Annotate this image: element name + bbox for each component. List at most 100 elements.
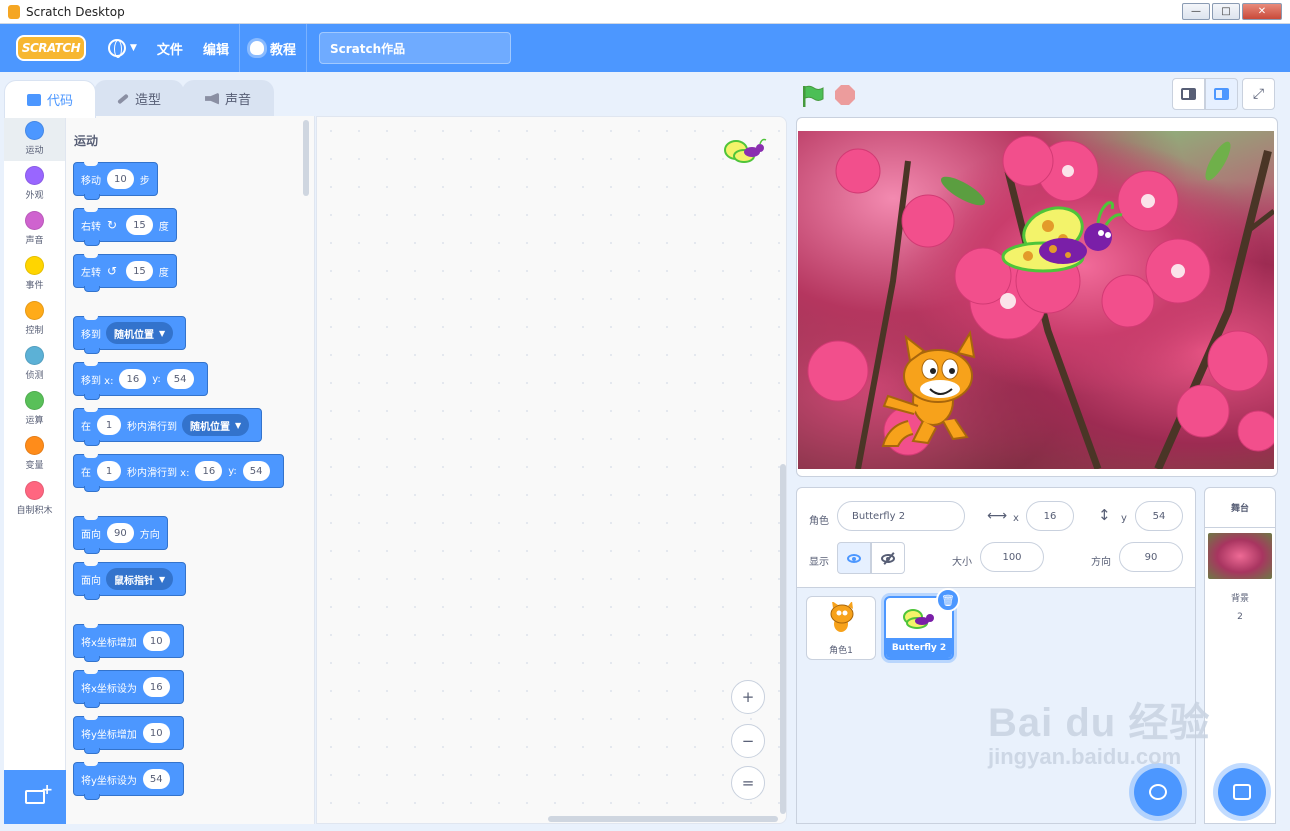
block-input[interactable]: 54 — [166, 369, 194, 389]
block-set-y[interactable]: 将y坐标设为 54 — [73, 762, 184, 800]
sprite-name-field[interactable]: Butterfly 2 — [837, 501, 965, 531]
category-sensing[interactable]: 侦测 — [4, 341, 65, 386]
category-motion[interactable]: 运动 — [4, 116, 65, 161]
zoom-in-button[interactable]: + — [731, 680, 765, 714]
block-text: 移到 x: — [81, 375, 114, 387]
category-looks[interactable]: 外观 — [4, 161, 65, 206]
block-input[interactable]: 15 — [126, 261, 153, 281]
block-input[interactable]: 1 — [97, 461, 121, 481]
category-control[interactable]: 控制 — [4, 296, 65, 341]
code-workspace[interactable] — [316, 116, 787, 824]
block-input[interactable]: 16 — [119, 369, 147, 389]
block-turn-right[interactable]: 右转 ↻ 15 度 — [73, 208, 177, 246]
category-label: 自制积木 — [16, 506, 53, 516]
y-field[interactable]: 54 — [1135, 501, 1183, 531]
block-point-towards[interactable]: 面向 鼠标指针 ▼ — [73, 562, 187, 600]
x-field[interactable]: 16 — [1026, 501, 1074, 531]
sprite-tile-butterfly[interactable]: Butterfly 2 🗑 — [884, 588, 960, 660]
maximize-button[interactable]: □ — [1212, 3, 1240, 20]
block-dropdown[interactable]: 随机位置 ▼ — [182, 414, 250, 436]
block-input[interactable]: 16 — [142, 677, 170, 697]
small-stage-button[interactable] — [1172, 78, 1205, 110]
workspace-sprite-indicator-icon — [724, 138, 767, 163]
zoom-out-button[interactable]: − — [731, 724, 765, 758]
block-input[interactable]: 10 — [107, 169, 134, 189]
block-text: 将x坐标设为 — [81, 683, 137, 695]
block-change-x[interactable]: 将x坐标增加 10 — [73, 624, 184, 662]
category-label: 运动 — [25, 146, 44, 156]
block-input[interactable]: 54 — [242, 461, 270, 481]
category-my-blocks[interactable]: 自制积木 — [4, 476, 65, 521]
large-stage-icon — [1214, 88, 1229, 100]
block-text: 度 — [158, 221, 169, 233]
block-change-y[interactable]: 将y坐标增加 10 — [73, 716, 184, 754]
stage-canvas[interactable] — [796, 117, 1278, 477]
category-operators[interactable]: 运算 — [4, 386, 65, 431]
block-input[interactable]: 10 — [142, 723, 170, 743]
sprite-tile-cat[interactable]: 角色1 — [806, 596, 876, 660]
stop-icon[interactable] — [835, 85, 855, 105]
minimize-button[interactable]: — — [1182, 3, 1210, 20]
block-text: 右转 — [81, 221, 101, 233]
speaker-icon — [205, 92, 220, 105]
block-goto[interactable]: 移到 随机位置 ▼ — [73, 316, 187, 354]
project-title-input[interactable]: Scratch作品 — [318, 32, 511, 64]
block-input[interactable]: 15 — [126, 215, 153, 235]
block-dropdown[interactable]: 鼠标指针 ▼ — [106, 568, 174, 590]
delete-sprite-button[interactable]: 🗑 — [936, 588, 960, 612]
block-glide-xy[interactable]: 在 1 秒内滑行到 x: 16 y: 54 — [73, 454, 284, 492]
block-input[interactable]: 54 — [142, 769, 170, 789]
large-stage-button[interactable] — [1205, 78, 1238, 110]
block-goto-xy[interactable]: 移到 x: 16 y: 54 — [73, 362, 208, 400]
block-dropdown[interactable]: 随机位置 ▼ — [106, 322, 174, 344]
fullscreen-icon: ⤢ — [1252, 86, 1265, 102]
direction-field[interactable]: 90 — [1119, 542, 1183, 572]
chevron-down-icon: ▼ — [235, 420, 242, 430]
category-label: 变量 — [25, 461, 44, 471]
image-add-icon — [1233, 784, 1251, 800]
tutorials-menu[interactable]: 教程 — [240, 24, 306, 72]
zoom-reset-button[interactable]: = — [731, 766, 765, 800]
tab-code[interactable]: 代码 — [4, 80, 97, 118]
hide-sprite-button[interactable] — [871, 542, 905, 574]
globe-icon — [108, 39, 126, 58]
fullscreen-button[interactable]: ⤢ — [1242, 78, 1275, 110]
tab-costumes[interactable]: 造型 — [94, 80, 185, 116]
menu-bar: SCRATCH ▼ 文件 编辑 教程 Scratch作品 — [0, 24, 1290, 72]
language-menu[interactable]: ▼ — [98, 24, 147, 72]
category-label: 运算 — [25, 416, 44, 426]
tab-sounds[interactable]: 声音 — [182, 80, 275, 116]
add-sprite-button[interactable] — [1134, 768, 1182, 816]
workspace-vertical-scrollbar[interactable] — [780, 464, 786, 814]
block-text: 步 — [139, 175, 150, 187]
block-input[interactable]: 16 — [195, 461, 223, 481]
palette-scrollbar[interactable] — [303, 120, 309, 196]
block-text: 面向 — [81, 529, 101, 541]
show-sprite-button[interactable] — [837, 542, 871, 574]
block-glide[interactable]: 在 1 秒内滑行到 随机位置 ▼ — [73, 408, 263, 446]
block-input[interactable]: 90 — [107, 523, 134, 543]
category-variables[interactable]: 变量 — [4, 431, 65, 476]
size-field[interactable]: 100 — [980, 542, 1044, 572]
block-input[interactable]: 10 — [142, 631, 170, 651]
add-backdrop-button[interactable] — [1218, 768, 1266, 816]
extension-icon — [25, 782, 53, 804]
edit-menu[interactable]: 编辑 — [193, 24, 239, 72]
block-set-x[interactable]: 将x坐标设为 16 — [73, 670, 184, 708]
category-events[interactable]: 事件 — [4, 251, 65, 296]
add-extension-button[interactable] — [4, 770, 66, 824]
category-sound[interactable]: 声音 — [4, 206, 65, 251]
block-move[interactable]: 移动 10 步 — [73, 162, 158, 200]
scratch-logo[interactable]: SCRATCH — [16, 35, 86, 61]
green-flag-icon[interactable] — [800, 84, 824, 108]
block-text: 在 — [81, 467, 91, 479]
editor-tabs: 代码 造型 声音 — [4, 80, 275, 118]
window-titlebar: Scratch Desktop — □ ✕ — [0, 0, 1290, 24]
block-point-direction[interactable]: 面向 90 方向 — [73, 516, 168, 554]
workspace-horizontal-scrollbar[interactable] — [548, 816, 778, 822]
block-text: 将y坐标设为 — [81, 775, 137, 787]
block-turn-left[interactable]: 左转 ↺ 15 度 — [73, 254, 177, 292]
block-input[interactable]: 1 — [97, 415, 121, 435]
file-menu[interactable]: 文件 — [147, 24, 193, 72]
close-button[interactable]: ✕ — [1242, 3, 1282, 20]
